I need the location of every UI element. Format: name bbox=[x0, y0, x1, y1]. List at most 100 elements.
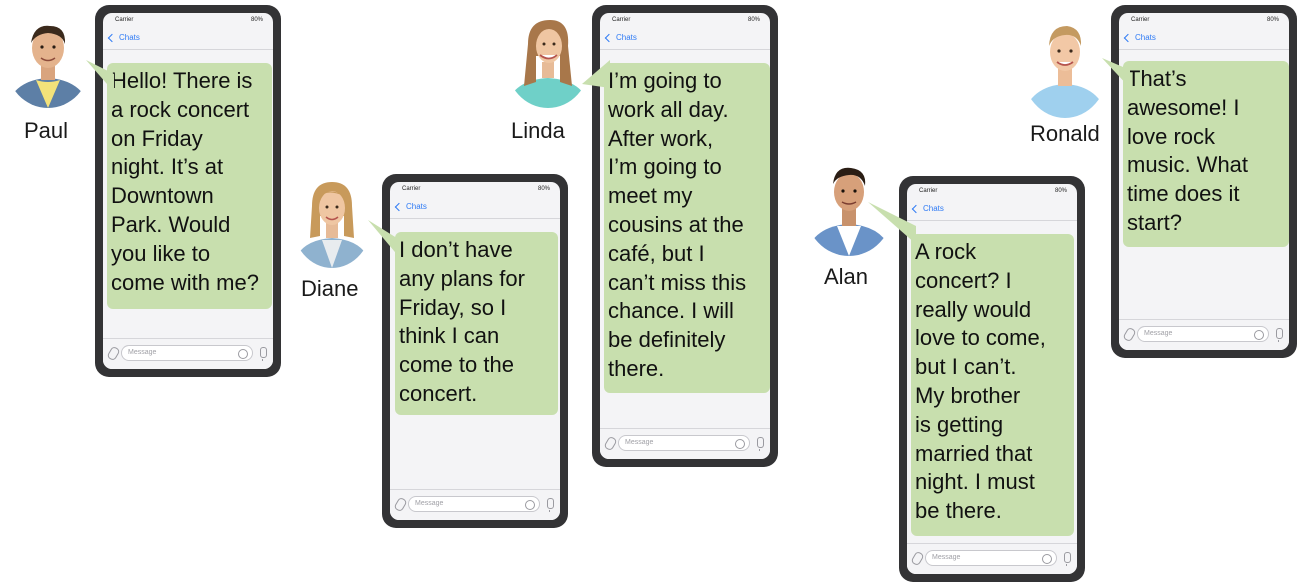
person-name-linda: Linda bbox=[511, 118, 565, 143]
back-label: Chats bbox=[616, 33, 637, 42]
back-label: Chats bbox=[119, 33, 140, 42]
bubble-tail-paul bbox=[86, 60, 114, 92]
chevron-left-icon bbox=[604, 33, 614, 42]
message-line: come with me? bbox=[111, 269, 259, 295]
bubble-tail-diane bbox=[368, 220, 400, 258]
message-line: meet my bbox=[608, 183, 693, 209]
message-input-bar: Message bbox=[907, 543, 1077, 574]
message-placeholder: Message bbox=[625, 439, 654, 446]
message-line: night. I must bbox=[915, 469, 1035, 495]
back-button[interactable]: Chats bbox=[1123, 33, 1156, 42]
back-button[interactable]: Chats bbox=[911, 204, 944, 213]
sticker-icon[interactable] bbox=[525, 500, 535, 510]
message-line: can’t miss this bbox=[608, 269, 747, 295]
chat-screen-ronald: Carrier 80% Chats That’s awesome! I love… bbox=[1119, 13, 1289, 350]
message-line: you like to bbox=[111, 240, 211, 266]
carrier-label: Carrier bbox=[402, 186, 421, 192]
message-input[interactable]: Message bbox=[925, 550, 1057, 566]
message-input[interactable]: Message bbox=[1137, 326, 1269, 342]
bubble-tail-alan bbox=[868, 202, 916, 244]
carrier-label: Carrier bbox=[612, 17, 631, 23]
microphone-icon[interactable] bbox=[1276, 328, 1283, 342]
message-line: music. What bbox=[1127, 152, 1249, 178]
phone-paul: Carrier 80% Chats Hello! There is a rock… bbox=[95, 5, 281, 377]
microphone-icon[interactable] bbox=[260, 347, 267, 361]
message-input[interactable]: Message bbox=[408, 496, 540, 512]
back-label: Chats bbox=[406, 202, 427, 211]
sticker-icon[interactable] bbox=[1042, 554, 1052, 564]
phone-ronald: Carrier 80% Chats That’s awesome! I love… bbox=[1111, 5, 1297, 358]
carrier-label: Carrier bbox=[1131, 17, 1150, 23]
message-line: be there. bbox=[915, 498, 1002, 524]
microphone-icon[interactable] bbox=[1064, 552, 1071, 566]
message-input-bar: Message bbox=[1119, 319, 1289, 350]
paperclip-icon[interactable] bbox=[393, 496, 408, 513]
message-line: time does it bbox=[1127, 181, 1240, 207]
nav-bar: Chats bbox=[600, 27, 770, 50]
message-line: Hello! There is bbox=[111, 68, 253, 93]
paperclip-icon[interactable] bbox=[106, 345, 121, 362]
paperclip-icon[interactable] bbox=[1122, 326, 1137, 343]
back-button[interactable]: Chats bbox=[604, 33, 637, 42]
message-line: Friday, so I bbox=[399, 294, 507, 320]
back-button[interactable]: Chats bbox=[394, 202, 427, 211]
message-line: cousins at the bbox=[608, 211, 744, 237]
status-bar: Carrier 80% bbox=[390, 182, 560, 196]
person-photo-linda bbox=[506, 20, 590, 108]
paperclip-icon[interactable] bbox=[603, 435, 618, 452]
paperclip-icon[interactable] bbox=[910, 550, 925, 567]
avatar-ronald bbox=[1022, 20, 1108, 118]
message-input[interactable]: Message bbox=[618, 435, 750, 451]
status-bar: Carrier 80% bbox=[103, 13, 273, 27]
avatar-paul bbox=[6, 18, 90, 108]
nav-bar: Chats bbox=[1119, 27, 1289, 50]
battery-label: 80% bbox=[747, 17, 760, 23]
microphone-icon[interactable] bbox=[757, 437, 764, 451]
chat-screen-paul: Carrier 80% Chats Hello! There is a rock… bbox=[103, 13, 273, 369]
message-line: there. bbox=[608, 355, 665, 381]
chevron-left-icon bbox=[394, 202, 404, 211]
phone-linda: Carrier 80% Chats I’m going to work all … bbox=[592, 5, 778, 467]
phone-diane: Carrier 80% Chats I don’t have any plans… bbox=[382, 174, 568, 528]
message-bubble-ronald: That’s awesome! I love rock music. What … bbox=[1123, 61, 1289, 247]
message-line: really would bbox=[915, 296, 1032, 322]
message-bubble-alan: A rock concert? I really would love to c… bbox=[911, 234, 1074, 536]
message-placeholder: Message bbox=[128, 349, 157, 356]
message-line: love to come, bbox=[915, 325, 1046, 351]
message-line: be definitely bbox=[608, 327, 726, 353]
bubble-tail-linda bbox=[582, 60, 610, 88]
message-input[interactable]: Message bbox=[121, 345, 253, 361]
person-name-ronald: Ronald bbox=[1030, 121, 1100, 146]
microphone-icon[interactable] bbox=[547, 498, 554, 512]
message-placeholder: Message bbox=[1144, 330, 1173, 337]
message-line: I’m going to bbox=[608, 68, 722, 93]
back-button[interactable]: Chats bbox=[107, 33, 140, 42]
message-line: Park. Would bbox=[111, 211, 231, 237]
battery-label: 80% bbox=[1266, 17, 1279, 23]
message-line: but I can’t. bbox=[915, 354, 1017, 380]
sticker-icon[interactable] bbox=[1254, 330, 1264, 340]
sticker-icon[interactable] bbox=[735, 439, 745, 449]
person-name-diane: Diane bbox=[301, 276, 359, 301]
message-line: married that bbox=[915, 440, 1033, 466]
message-bubble-diane: I don’t have any plans for Friday, so I … bbox=[395, 232, 558, 415]
message-line: love rock bbox=[1127, 123, 1216, 149]
bubble-tail-ronald bbox=[1102, 58, 1130, 88]
message-line: on Friday bbox=[111, 125, 203, 151]
status-bar: Carrier 80% bbox=[600, 13, 770, 27]
message-placeholder: Message bbox=[932, 554, 961, 561]
message-line: any plans for bbox=[399, 265, 525, 291]
message-bubble-linda: I’m going to work all day. After work, I… bbox=[604, 63, 770, 393]
nav-bar: Chats bbox=[103, 27, 273, 50]
battery-label: 80% bbox=[250, 17, 263, 23]
message-line: I’m going to bbox=[608, 154, 722, 180]
person-name-alan: Alan bbox=[824, 264, 869, 289]
message-line: awesome! I bbox=[1127, 94, 1240, 120]
person-name-paul: Paul bbox=[24, 118, 69, 143]
message-input-bar: Message bbox=[390, 489, 560, 520]
status-bar: Carrier 80% bbox=[1119, 13, 1289, 27]
sticker-icon[interactable] bbox=[238, 349, 248, 359]
message-line: A rock bbox=[915, 239, 977, 264]
back-label: Chats bbox=[1135, 33, 1156, 42]
person-photo-ronald bbox=[1022, 26, 1108, 118]
